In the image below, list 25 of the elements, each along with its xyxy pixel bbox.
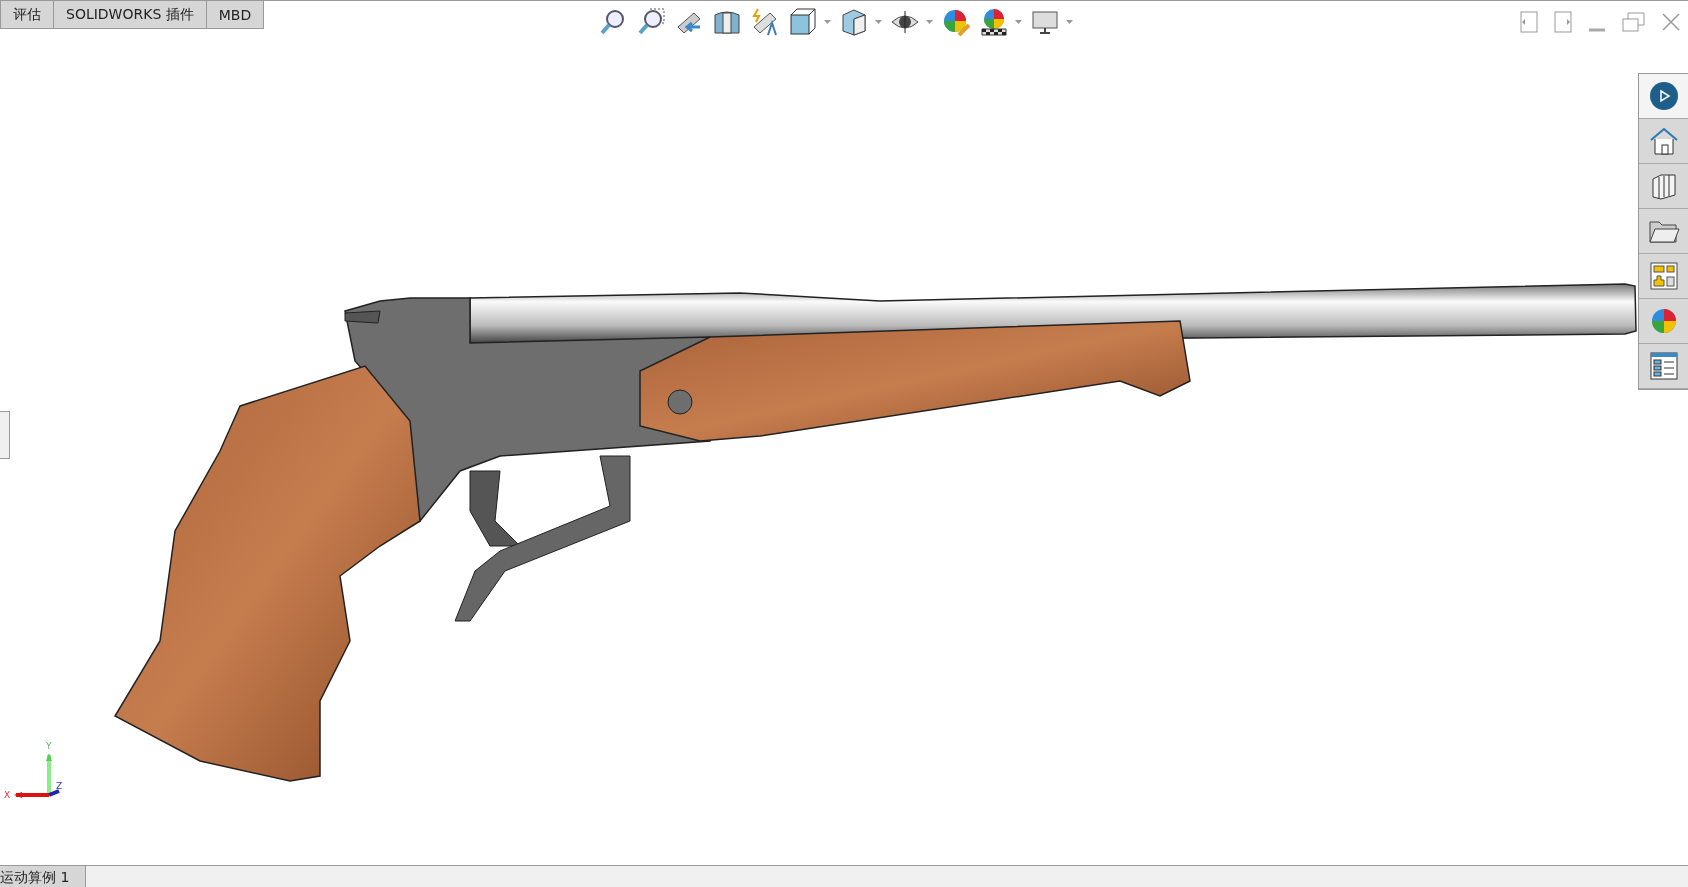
command-tab[interactable]: SOLIDWORKS 插件 bbox=[53, 1, 207, 29]
folder-icon[interactable] bbox=[1647, 218, 1680, 244]
caret-icon[interactable] bbox=[926, 20, 933, 24]
caret-icon[interactable] bbox=[1066, 20, 1073, 24]
close-icon[interactable] bbox=[1662, 13, 1680, 31]
axis-label: X bbox=[4, 790, 11, 800]
caret-icon[interactable] bbox=[875, 20, 882, 24]
view-orientation-icon[interactable] bbox=[788, 7, 818, 37]
panel-handle[interactable] bbox=[0, 411, 10, 459]
axis-label: Z bbox=[56, 781, 63, 791]
axis-label: Y bbox=[46, 741, 52, 751]
layout-icon[interactable] bbox=[1649, 262, 1678, 290]
scene-icon[interactable] bbox=[979, 7, 1009, 37]
command-tab[interactable]: MBD bbox=[205, 1, 265, 29]
caret-icon[interactable] bbox=[1015, 20, 1022, 24]
display-style-cube-icon[interactable] bbox=[839, 7, 869, 37]
caret-icon[interactable] bbox=[824, 20, 831, 24]
zoom-area-icon[interactable] bbox=[636, 7, 666, 37]
play-dial-icon[interactable] bbox=[1648, 81, 1679, 111]
appearance-pencil-icon[interactable] bbox=[941, 7, 971, 37]
color-sphere-icon[interactable] bbox=[1649, 307, 1678, 335]
home-icon[interactable] bbox=[1648, 126, 1679, 156]
list-icon[interactable] bbox=[1649, 352, 1678, 380]
command-tab[interactable]: 评估 bbox=[0, 1, 54, 29]
study-tab[interactable]: 运动算例 1 bbox=[0, 866, 87, 887]
